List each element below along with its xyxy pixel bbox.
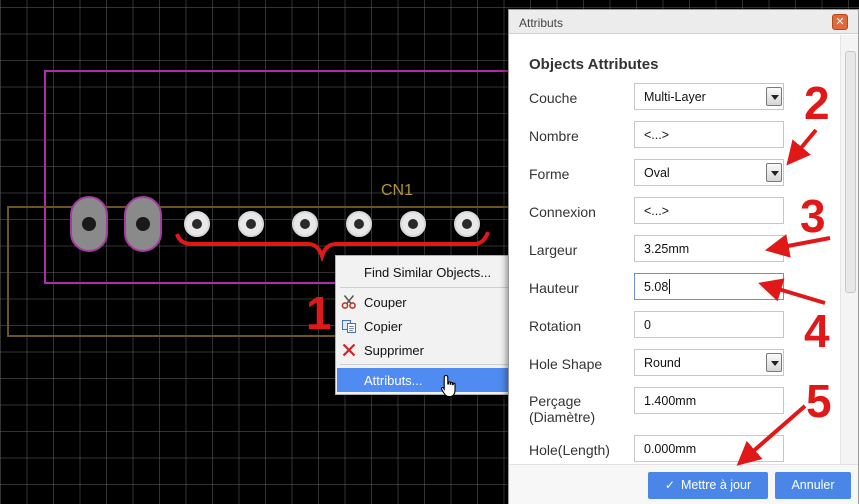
dialog-titlebar[interactable]: Attributs ✕ <box>509 10 858 34</box>
pad-hole <box>408 219 418 229</box>
menu-separator <box>340 364 510 365</box>
oval-pad[interactable] <box>124 196 162 252</box>
copy-icon <box>341 318 357 334</box>
menu-item-delete[interactable]: Supprimer <box>337 338 513 362</box>
select-hole-shape[interactable]: Round <box>634 349 784 376</box>
select-forme[interactable]: Oval <box>634 159 784 186</box>
menu-item-label: Attributs... <box>364 373 423 388</box>
menu-item-label: Couper <box>364 295 407 310</box>
oval-pad[interactable] <box>70 196 108 252</box>
pad-hole <box>82 217 96 231</box>
dialog-footer: ✓ Mettre à jour Annuler <box>509 464 858 504</box>
cancel-button-label: Annuler <box>791 478 835 492</box>
component-designator: CN1 <box>381 182 414 199</box>
annotation-number-1: 1 <box>306 287 332 339</box>
update-button-label: Mettre à jour <box>680 478 752 492</box>
close-icon[interactable]: ✕ <box>832 14 848 30</box>
label-hole-length: Hole(Length) <box>529 442 610 458</box>
input-rotation[interactable]: 0 <box>634 311 784 338</box>
annotation-number-4: 4 <box>804 305 830 357</box>
pad-hole <box>300 219 310 229</box>
label-hauteur: Hauteur <box>529 280 579 296</box>
input-largeur[interactable]: 3.25mm <box>634 235 784 262</box>
label-nombre: Nombre <box>529 128 579 144</box>
select-value: Multi-Layer <box>644 90 706 104</box>
label-percage: Perçage (Diamètre) <box>529 393 595 425</box>
input-hauteur[interactable]: 5.08 <box>634 273 784 300</box>
label-hole-shape: Hole Shape <box>529 356 603 372</box>
pad-hole <box>462 219 472 229</box>
input-value: 3.25mm <box>644 242 690 256</box>
cancel-button[interactable]: Annuler <box>775 472 851 499</box>
scrollbar-thumb[interactable] <box>845 51 856 293</box>
menu-item-attributes[interactable]: Attributs... <box>337 368 513 392</box>
checkmark-icon: ✓ <box>664 478 675 492</box>
input-percage[interactable]: 1.400mm <box>634 387 784 414</box>
scissors-icon <box>341 294 357 310</box>
pad-hole <box>246 219 256 229</box>
label-percage-line2: (Diamètre) <box>529 409 596 425</box>
round-pad[interactable] <box>346 211 372 237</box>
input-hole-length[interactable]: 0.000mm <box>634 435 784 462</box>
chevron-down-icon[interactable] <box>766 163 782 182</box>
dialog-scrollbar[interactable] <box>840 35 858 472</box>
round-pad[interactable] <box>238 211 264 237</box>
label-rotation: Rotation <box>529 318 582 334</box>
round-pad[interactable] <box>454 211 480 237</box>
menu-item-copy[interactable]: Copier <box>337 314 513 338</box>
delete-x-icon <box>341 342 357 358</box>
pad-hole <box>354 219 364 229</box>
input-value: 5.08 <box>644 280 669 294</box>
annotation-number-2: 2 <box>804 77 830 129</box>
select-couche[interactable]: Multi-Layer <box>634 83 784 110</box>
select-value: Round <box>644 356 681 370</box>
menu-item-cut[interactable]: Couper <box>337 290 513 314</box>
select-value: Oval <box>644 166 670 180</box>
annotation-number-5: 5 <box>806 375 832 427</box>
input-value: 0 <box>644 318 651 332</box>
pad-hole <box>136 217 150 231</box>
input-value: <...> <box>644 204 670 218</box>
label-percage-line1: Perçage <box>529 393 582 409</box>
context-menu: Find Similar Objects... Couper Copier Su… <box>335 255 513 395</box>
menu-separator <box>340 287 510 288</box>
input-value: <...> <box>644 128 670 142</box>
input-connexion[interactable]: <...> <box>634 197 784 224</box>
chevron-down-icon[interactable] <box>766 87 782 106</box>
round-pad[interactable] <box>184 211 210 237</box>
input-value: 1.400mm <box>644 394 697 408</box>
input-value: 0.000mm <box>644 442 697 456</box>
menu-item-label: Supprimer <box>364 343 424 358</box>
label-connexion: Connexion <box>529 204 596 220</box>
round-pad[interactable] <box>292 211 318 237</box>
label-forme: Forme <box>529 166 570 182</box>
annotation-number-3: 3 <box>800 190 826 242</box>
update-button[interactable]: ✓ Mettre à jour <box>648 472 768 499</box>
menu-item-label: Find Similar Objects... <box>364 265 492 280</box>
menu-item-find-similar[interactable]: Find Similar Objects... <box>337 260 513 284</box>
round-pad[interactable] <box>400 211 426 237</box>
dialog-heading: Objects Attributes <box>529 56 659 73</box>
label-largeur: Largeur <box>529 242 578 258</box>
label-couche: Couche <box>529 90 578 106</box>
input-nombre[interactable]: <...> <box>634 121 784 148</box>
hand-cursor-icon <box>440 374 456 398</box>
pad-hole <box>192 219 202 229</box>
text-caret <box>669 279 670 294</box>
chevron-down-icon[interactable] <box>766 353 782 372</box>
dialog-title: Attributs <box>519 16 564 30</box>
menu-item-label: Copier <box>364 319 403 334</box>
